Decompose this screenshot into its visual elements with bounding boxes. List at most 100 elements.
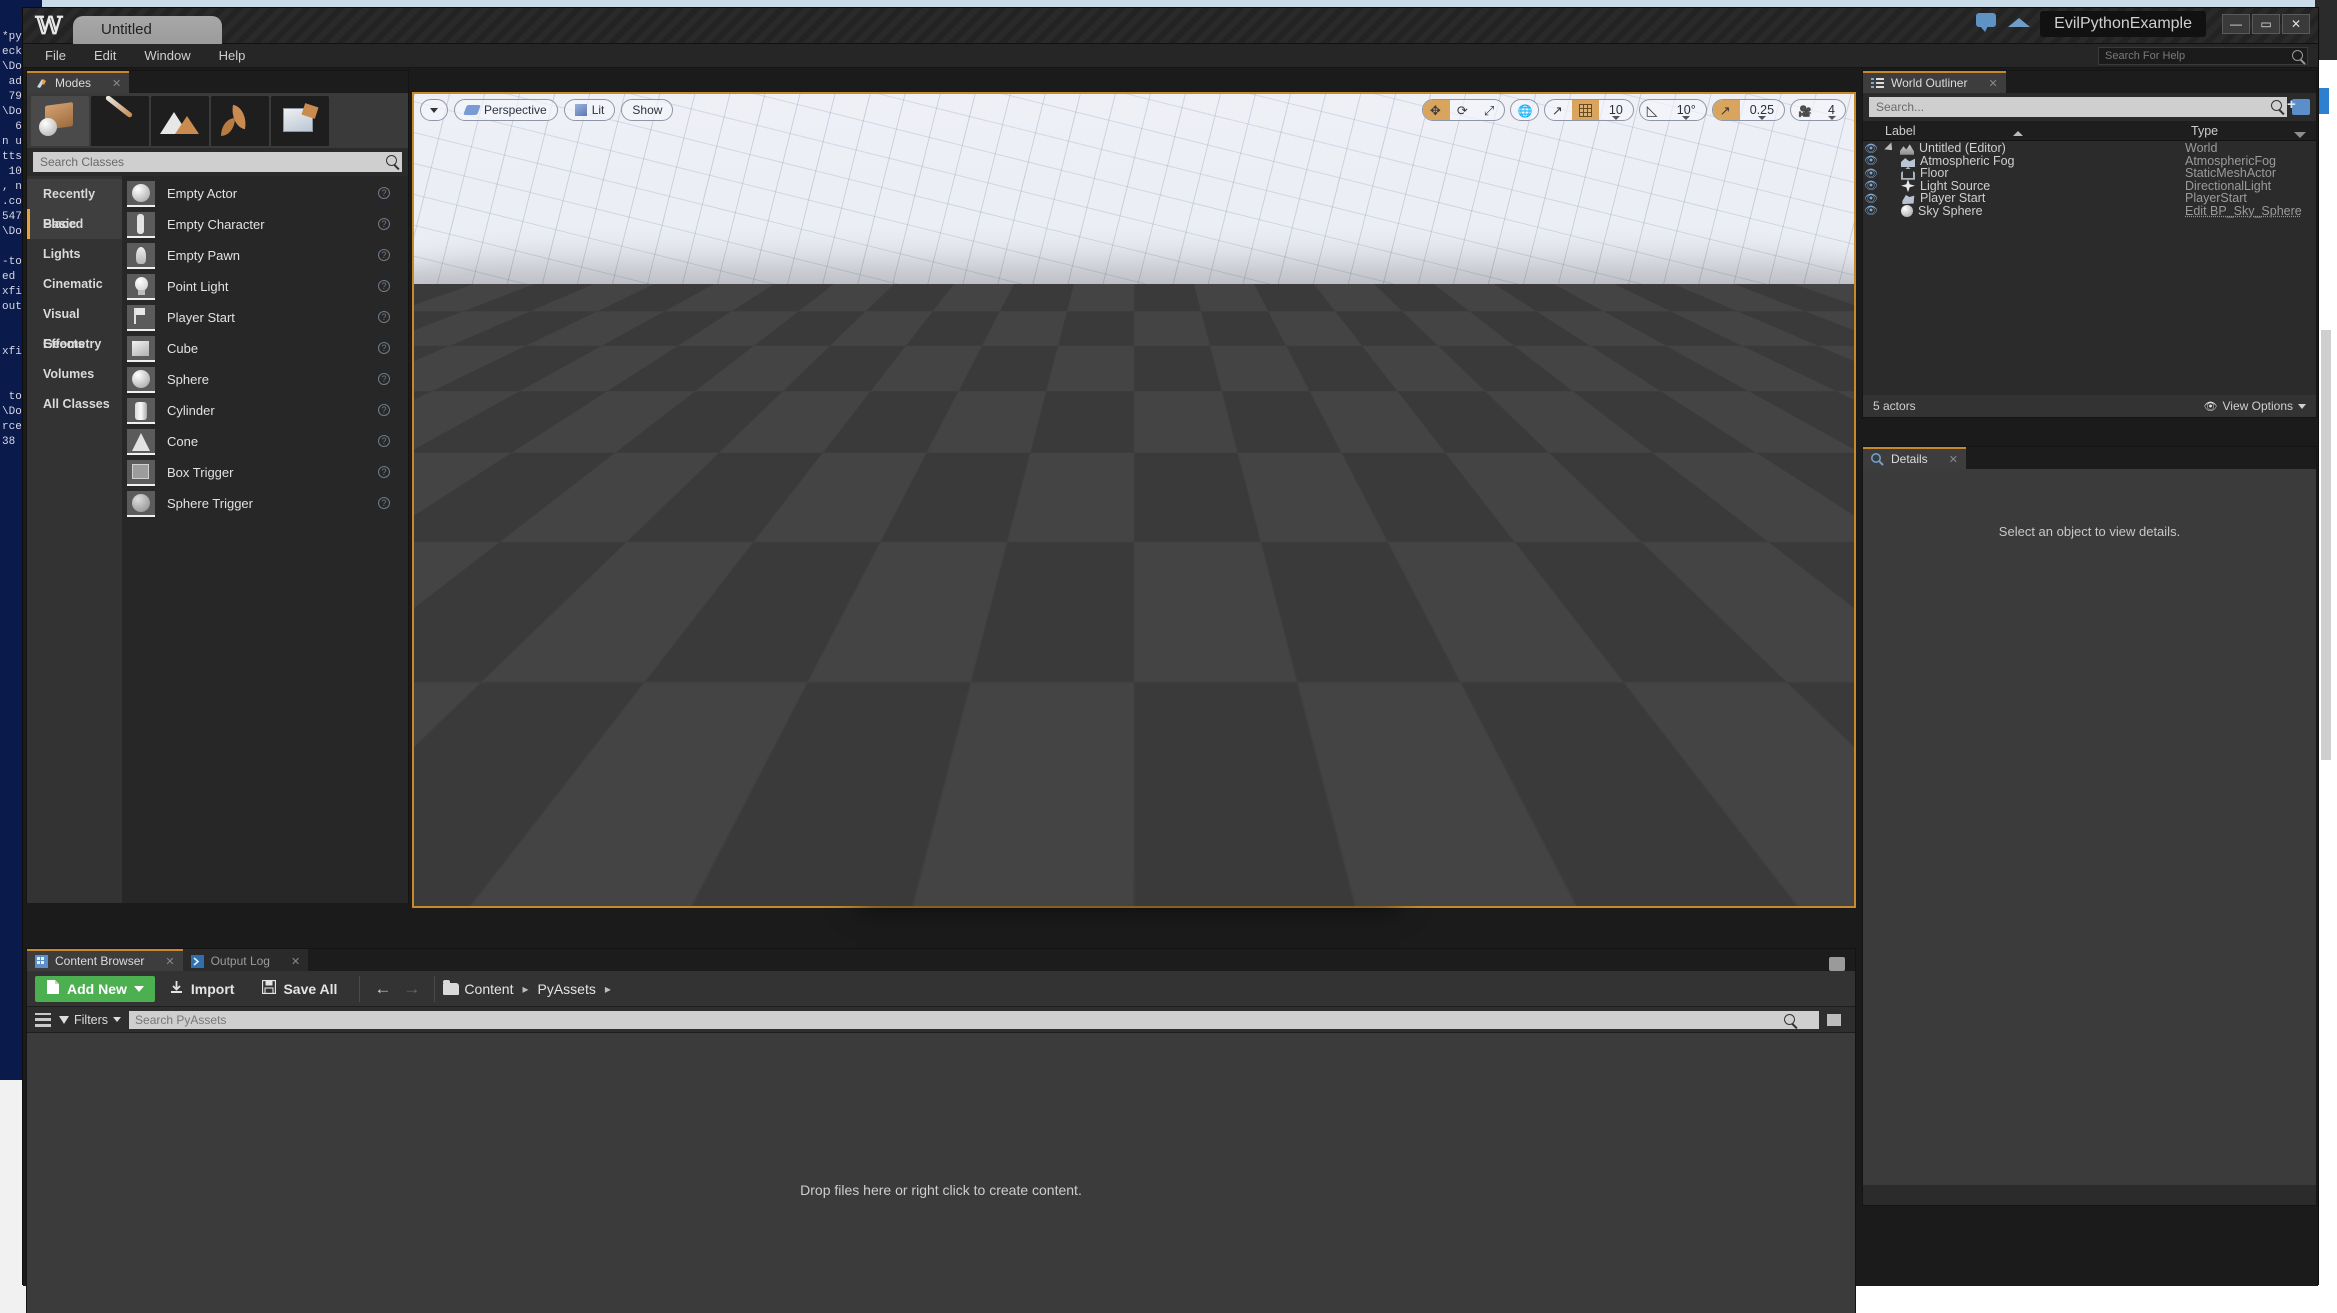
- help-icon[interactable]: ?: [378, 311, 390, 323]
- expander-icon[interactable]: [865, 753, 876, 763]
- landscape-mode-icon[interactable]: [151, 96, 209, 146]
- outliner-row[interactable]: 👁 Floor StaticMeshActor: [1863, 166, 2316, 180]
- close-icon[interactable]: ✕: [291, 955, 300, 968]
- breadcrumb-item-content[interactable]: Content: [459, 981, 518, 997]
- modes-category-geometry[interactable]: Geometry: [27, 329, 122, 359]
- help-icon[interactable]: ?: [378, 497, 390, 509]
- menu-item-edit[interactable]: Edit: [80, 44, 130, 68]
- column-header-label[interactable]: Label: [1863, 124, 2185, 138]
- class-tree-row[interactable]: Actor: [865, 764, 1391, 778]
- menu-item-help[interactable]: Help: [205, 44, 260, 68]
- help-icon[interactable]: ?: [378, 280, 390, 292]
- help-icon[interactable]: ?: [1373, 491, 1387, 505]
- outliner-row[interactable]: 👁 Light Source DirectionalLight: [1863, 179, 2316, 193]
- class-tree-row[interactable]: Object: [865, 751, 1391, 765]
- surface-snap-button[interactable]: [1545, 100, 1572, 120]
- project-tab[interactable]: Untitled: [73, 16, 222, 44]
- class-button-player-controller[interactable]: Player Controller: [871, 558, 1039, 580]
- viewport-view-mode-button[interactable]: Lit: [563, 99, 616, 121]
- help-icon[interactable]: ?: [1373, 526, 1387, 540]
- visibility-toggle-icon[interactable]: 👁: [1863, 142, 1879, 155]
- modes-category-all-classes[interactable]: All Classes: [27, 389, 122, 419]
- view-options-icon[interactable]: [1827, 1013, 1841, 1026]
- breadcrumb-item-pyassets[interactable]: PyAssets: [533, 981, 601, 997]
- class-tree-row[interactable]: PyActor: [865, 777, 1391, 792]
- rotate-mode-button[interactable]: [1450, 100, 1477, 120]
- import-button[interactable]: Import: [155, 976, 249, 1002]
- place-mode-icon[interactable]: [31, 96, 89, 146]
- common-classes-header[interactable]: Common Classes: [865, 425, 1391, 445]
- class-button-character[interactable]: Character: [871, 523, 1039, 545]
- scale-snap-toggle[interactable]: [1712, 100, 1740, 120]
- placement-item[interactable]: Sphere Trigger?: [122, 488, 408, 519]
- geometry-mode-icon[interactable]: [271, 96, 329, 146]
- clear-search-icon[interactable]: ✕: [1372, 730, 1384, 746]
- placement-item[interactable]: Empty Actor?: [122, 178, 408, 209]
- class-button-scene-component[interactable]: Scene Component: [871, 663, 1039, 685]
- class-button-actor-component[interactable]: Actor Component: [871, 628, 1039, 650]
- expander-icon[interactable]: [880, 766, 891, 776]
- help-icon[interactable]: ?: [378, 404, 390, 416]
- close-icon[interactable]: ✕: [1988, 77, 1997, 90]
- search-classes-input[interactable]: Search Classes: [33, 152, 402, 172]
- modes-category-volumes[interactable]: Volumes: [27, 359, 122, 389]
- column-header-type[interactable]: Type: [2185, 124, 2316, 138]
- maximize-button[interactable]: ▭: [2252, 14, 2280, 34]
- navigate-back-button[interactable]: ←: [368, 979, 397, 999]
- close-button[interactable]: ✕: [1357, 395, 1391, 414]
- close-icon[interactable]: ✕: [165, 955, 174, 968]
- help-icon[interactable]: ?: [378, 342, 390, 354]
- placement-item[interactable]: Cone?: [122, 426, 408, 457]
- grid-snap-value[interactable]: 10: [1599, 100, 1633, 120]
- tab-world-outliner[interactable]: World Outliner ✕: [1863, 71, 2006, 93]
- minimize-button[interactable]: —: [2222, 14, 2250, 34]
- outliner-row[interactable]: 👁 Player Start PlayerStart: [1863, 191, 2316, 205]
- sources-panel-icon[interactable]: [35, 1012, 51, 1027]
- close-icon[interactable]: ✕: [112, 77, 121, 90]
- visibility-toggle-icon[interactable]: 👁: [1863, 167, 1879, 180]
- modes-category-recently-placed[interactable]: Recently Placed: [27, 179, 122, 231]
- placement-item[interactable]: Empty Pawn?: [122, 240, 408, 271]
- tab-modes[interactable]: Modes ✕: [27, 71, 130, 93]
- chat-bubble-icon[interactable]: [1976, 13, 1998, 35]
- outliner-row-type[interactable]: Edit BP_Sky_Sphere: [2185, 204, 2316, 218]
- content-search-input[interactable]: Search PyAssets: [129, 1010, 1819, 1029]
- help-icon[interactable]: ?: [1373, 666, 1387, 680]
- scale-snap-value[interactable]: 0.25: [1740, 100, 1784, 120]
- placement-item[interactable]: Point Light?: [122, 271, 408, 302]
- paint-mode-icon[interactable]: [91, 96, 149, 146]
- menu-item-file[interactable]: File: [31, 44, 80, 68]
- help-icon[interactable]: ?: [378, 466, 390, 478]
- all-classes-header[interactable]: All Classes: [865, 706, 1391, 726]
- coordinate-system-button[interactable]: [1511, 100, 1538, 120]
- lock-content-browser-icon[interactable]: [1829, 957, 1845, 971]
- placement-item[interactable]: Sphere?: [122, 364, 408, 395]
- outliner-search-input[interactable]: Search...: [1869, 97, 2287, 117]
- camera-speed-toggle[interactable]: [1791, 100, 1818, 120]
- tab-output-log[interactable]: Output Log ✕: [182, 949, 309, 971]
- help-search-input[interactable]: Search For Help: [2098, 47, 2308, 65]
- filters-button[interactable]: Filters: [59, 1013, 122, 1027]
- help-icon[interactable]: ?: [1373, 456, 1387, 470]
- navigate-forward-button[interactable]: →: [397, 979, 426, 999]
- expander-icon[interactable]: [1884, 142, 1896, 154]
- viewport-help-icon[interactable]: ?: [418, 887, 433, 902]
- placement-item[interactable]: Player Start?: [122, 302, 408, 333]
- help-icon[interactable]: ?: [1373, 561, 1387, 575]
- translate-mode-button[interactable]: [1422, 100, 1450, 120]
- visibility-toggle-icon[interactable]: 👁: [1863, 192, 1879, 205]
- placement-item[interactable]: Cylinder?: [122, 395, 408, 426]
- modes-category-visual-effects[interactable]: Visual Effects: [27, 299, 122, 351]
- help-icon[interactable]: ?: [378, 249, 390, 261]
- visibility-toggle-icon[interactable]: 👁: [1863, 204, 1879, 217]
- close-button[interactable]: ✕: [2282, 14, 2310, 34]
- outliner-view-options-button[interactable]: 👁 View Options: [2204, 399, 2306, 413]
- menu-item-window[interactable]: Window: [130, 44, 204, 68]
- help-icon[interactable]: ?: [378, 218, 390, 230]
- modes-category-basic[interactable]: Basic: [27, 209, 122, 239]
- help-icon[interactable]: ?: [378, 187, 390, 199]
- add-actor-icon[interactable]: [2287, 96, 2310, 115]
- camera-speed-value[interactable]: 4: [1818, 100, 1845, 120]
- class-button-game-mode[interactable]: Game Mode: [871, 593, 1039, 615]
- class-search-input[interactable]: pya ✕: [865, 728, 1391, 748]
